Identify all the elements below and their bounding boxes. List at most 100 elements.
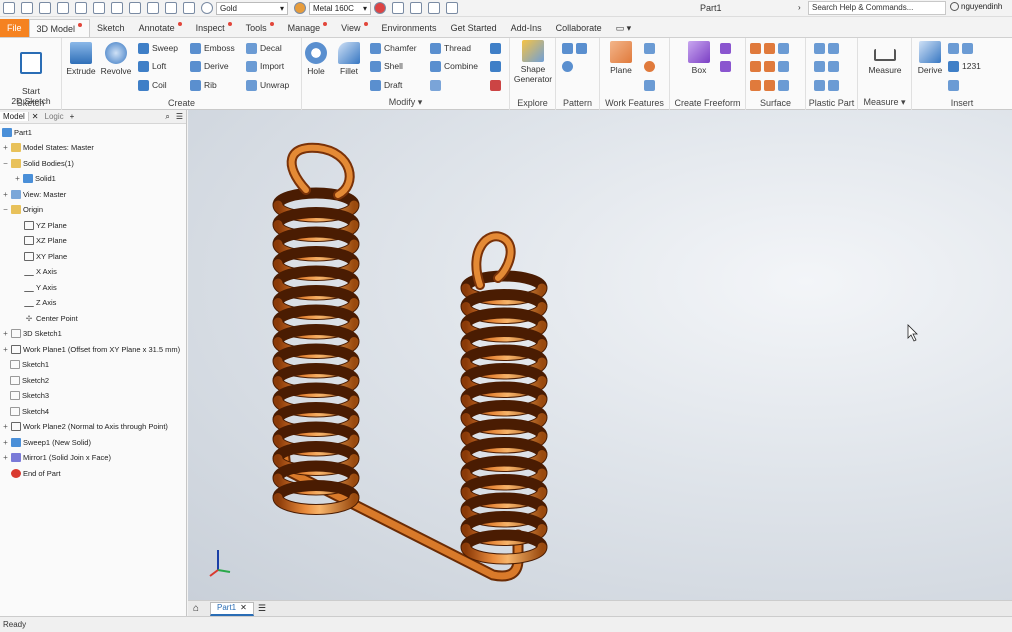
collapse-icon[interactable]: − [2,159,9,168]
expand-icon[interactable]: + [2,345,9,354]
grill-button[interactable] [814,41,839,55]
image-insert-button[interactable] [948,41,973,55]
expand-icon[interactable]: + [2,422,9,431]
tree-node-mirror1[interactable]: + Mirror1 (Solid Join x Face) [2,451,111,464]
tab-environments[interactable]: Environments [375,19,444,37]
thread-button[interactable]: Thread [430,41,471,55]
redo-icon[interactable] [75,2,87,14]
ribbon-display-toggle[interactable]: ▭ ▾ [609,19,639,37]
chevron-right-icon[interactable]: › [798,3,801,12]
search-help-input[interactable]: Search Help & Commands... [808,1,946,15]
circular-pattern-button[interactable] [562,59,573,73]
group-label-modify[interactable]: Modify ▾ [302,97,509,108]
expand-icon[interactable]: + [2,453,9,462]
derive-button[interactable]: Derive [190,59,229,73]
open-icon[interactable] [21,2,33,14]
tree-node-work-plane1[interactable]: + Work Plane1 (Offset from XY Plane x 31.… [2,343,186,356]
close-icon[interactable]: ✕ [240,602,247,614]
tab-3d-model[interactable]: 3D Model [28,19,91,37]
chamfer-button[interactable]: Chamfer [370,41,417,55]
attach-button[interactable] [948,78,959,92]
tree-node-view[interactable]: + View: Master [2,188,66,201]
tree-node-3d-sketch1[interactable]: +3D Sketch1 [2,327,62,340]
ilogic-icon[interactable] [428,2,440,14]
split-button[interactable] [430,78,441,92]
rest-button[interactable] [814,59,839,73]
extend-button[interactable] [750,78,789,92]
search-icon[interactable]: ⌕ [162,112,172,122]
document-tab-part1[interactable]: Part1 ✕ [210,601,254,616]
color-override-icon[interactable] [374,2,386,14]
coil-button[interactable]: Coil [138,78,167,92]
tab-collaborate[interactable]: Collaborate [549,19,609,37]
close-icon[interactable]: ✕ [29,112,42,121]
tab-add-ins[interactable]: Add-Ins [504,19,549,37]
loft-button[interactable]: Loft [138,59,166,73]
tree-node-sketch2[interactable]: Sketch2 [10,374,49,387]
freeform-convert-button[interactable] [720,59,731,73]
plane-button[interactable]: Plane [604,41,638,75]
project-icon[interactable] [183,2,195,14]
direct-edit-button[interactable] [490,41,501,55]
freeform-box-button[interactable]: Box [684,41,714,75]
tab-sketch[interactable]: Sketch [90,19,132,37]
sweep-button[interactable]: Sweep [138,41,178,55]
tree-node-work-plane2[interactable]: + Work Plane2 (Normal to Axis through Poi… [2,420,168,433]
revolve-button[interactable]: Revolve [99,42,133,76]
user-account[interactable]: nguyendinh [950,2,1002,11]
axis-button[interactable] [644,41,655,55]
tree-node-xy-plane[interactable]: XY Plane [24,250,67,263]
appearance-select[interactable]: Metal 160C ▾ [309,1,371,15]
import-button[interactable]: Import [246,59,284,73]
tree-node-x-axis[interactable]: X Axis [24,265,57,278]
rule-fillet-button[interactable] [814,78,839,92]
home-icon[interactable]: ⌂ [188,603,204,614]
select-icon[interactable] [129,2,141,14]
hole-button[interactable]: Hole [302,42,330,76]
emboss-button[interactable]: Emboss [190,41,235,55]
tab-tools[interactable]: Tools [239,19,281,37]
tree-node-y-axis[interactable]: Y Axis [24,281,57,294]
measure-small-icon[interactable] [147,2,159,14]
add-tab-icon[interactable]: + [67,112,78,121]
tab-menu-icon[interactable]: ☰ [258,603,266,614]
unwrap-button[interactable]: Unwrap [246,78,289,92]
expand-icon[interactable]: + [2,438,9,447]
tree-node-part1[interactable]: Part1 [2,126,32,139]
import-insert-button[interactable]: 1231 [948,59,981,73]
pan-icon[interactable] [446,2,458,14]
derive-insert-button[interactable]: Derive [914,41,946,75]
combine-button[interactable]: Combine [430,59,478,73]
tree-node-end-of-part[interactable]: End of Part [2,467,61,480]
tree-node-model-states[interactable]: + Model States: Master [2,141,94,154]
tab-inspect[interactable]: Inspect [189,19,239,37]
rectangular-pattern-button[interactable] [562,41,587,55]
ucs-button[interactable] [644,78,655,92]
menu-icon[interactable]: ☰ [173,112,186,121]
delete-face-button[interactable] [490,59,501,73]
thicken-button[interactable] [750,41,789,55]
browser-tab-logic[interactable]: Logic [42,112,67,121]
tree-node-origin[interactable]: − Origin [2,203,43,216]
tree-node-solid1[interactable]: + Solid1 [14,172,56,185]
point-button[interactable] [644,59,655,73]
freeform-face-button[interactable] [720,41,731,55]
patch-button[interactable] [750,59,789,73]
tree-node-sweep1[interactable]: + Sweep1 (New Solid) [2,436,91,449]
collapse-icon[interactable]: − [2,205,9,214]
tab-file[interactable]: File [0,19,29,37]
group-label-measure[interactable]: Measure ▾ [858,97,911,108]
tree-node-yz-plane[interactable]: YZ Plane [24,219,67,232]
tree-node-sketch4[interactable]: Sketch4 [10,405,49,418]
draft-button[interactable]: Draft [370,78,402,92]
rib-button[interactable]: Rib [190,78,217,92]
clear-appearance-icon[interactable] [392,2,404,14]
measure-button[interactable]: Measure [862,41,908,75]
undo-icon[interactable] [57,2,69,14]
clear-icon[interactable] [201,2,213,14]
save-icon[interactable] [39,2,51,14]
fx-parameters-icon[interactable] [410,2,422,14]
fillet-button[interactable]: Fillet [334,42,364,76]
tree-node-xz-plane[interactable]: XZ Plane [24,234,67,247]
tab-view[interactable]: View [334,19,374,37]
